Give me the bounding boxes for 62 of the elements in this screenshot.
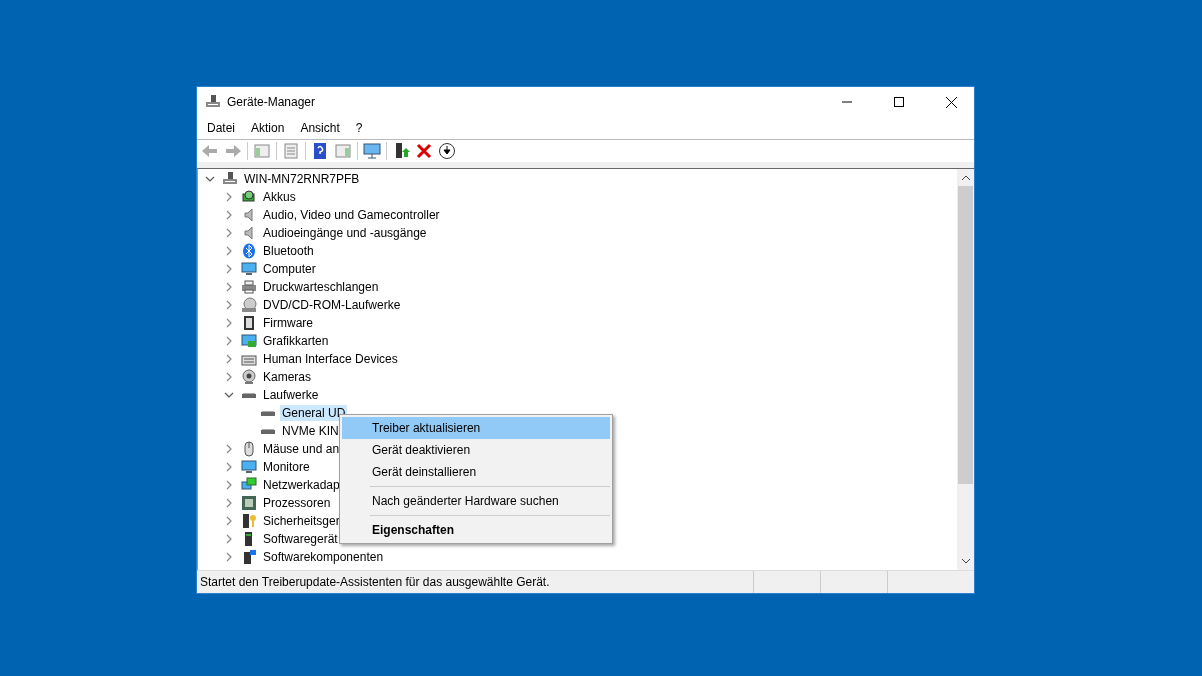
tree-item[interactable]: Computer	[261, 261, 318, 277]
download-icon[interactable]	[438, 142, 456, 160]
device-icon	[241, 297, 257, 313]
menu-item[interactable]: Ansicht	[292, 121, 348, 135]
device-icon	[241, 513, 257, 529]
forward-icon[interactable]	[224, 142, 242, 160]
tree-item[interactable]: Mäuse und an	[261, 441, 342, 457]
device-icon	[241, 459, 257, 475]
scroll-up-icon[interactable]	[961, 175, 970, 180]
status-text: Startet den Treiberupdate-Assistenten für das ausgewählte Gerät.	[199, 574, 551, 591]
computer-icon	[222, 171, 238, 187]
device-icon	[241, 549, 257, 565]
menu-item[interactable]: ?	[347, 121, 371, 135]
tree-item[interactable]: Druckwarteschlangen	[261, 279, 381, 295]
device-icon	[241, 279, 257, 295]
back-icon[interactable]	[201, 142, 219, 160]
menu-item[interactable]: Aktion	[243, 121, 293, 135]
tree-item[interactable]: Kameras	[261, 369, 314, 385]
tree-item[interactable]: Bluetooth	[261, 243, 316, 259]
tree-item[interactable]: Sicherheitsger	[261, 513, 342, 529]
device-icon	[241, 333, 257, 349]
tree-item[interactable]: Human Interface Devices	[261, 351, 400, 367]
panel-icon[interactable]	[253, 142, 271, 160]
tree-item[interactable]: Prozessoren	[261, 495, 333, 511]
tree-item[interactable]: DVD/CD-ROM-Laufwerke	[261, 297, 403, 313]
device-icon	[241, 477, 257, 493]
device-icon	[241, 441, 257, 457]
device-icon	[241, 495, 257, 511]
device-icon	[241, 261, 257, 277]
window-title: Geräte-Manager	[227, 95, 317, 109]
panel-icon[interactable]	[334, 142, 352, 160]
scroll-down-icon[interactable]	[961, 559, 970, 564]
tree-item[interactable]: Softwaregerät	[261, 531, 340, 547]
tree-item[interactable]: Grafikkarten	[261, 333, 331, 349]
close-icon	[945, 96, 957, 108]
menu-item[interactable]: Gerät deinstallieren	[342, 461, 610, 483]
maximize-icon	[894, 97, 904, 107]
tree-item[interactable]: Netzwerkadap	[261, 477, 342, 493]
help-icon[interactable]	[311, 142, 329, 160]
tree-item[interactable]: Monitore	[261, 459, 312, 475]
tree-item[interactable]: Firmware	[261, 315, 315, 331]
tree-item[interactable]: WIN-MN72RNR7PFB	[242, 171, 362, 187]
scrollbar[interactable]	[957, 169, 974, 570]
tree-item[interactable]: NVMe KIN	[280, 423, 341, 439]
computer-icon	[205, 94, 221, 110]
device-icon	[241, 243, 257, 259]
menu-item[interactable]: Gerät deaktivieren	[342, 439, 610, 461]
properties-icon[interactable]	[282, 142, 300, 160]
menu-item[interactable]: Eigenschaften	[342, 519, 610, 541]
tree-item[interactable]: Akkus	[261, 189, 298, 205]
tree-item[interactable]: Softwarekomponenten	[261, 549, 386, 565]
tree-item[interactable]: Audioeingänge und -ausgänge	[261, 225, 429, 241]
tree-item[interactable]: Laufwerke	[261, 387, 321, 403]
device-icon	[241, 369, 257, 385]
menu-item[interactable]: Nach geänderter Hardware suchen	[342, 490, 610, 512]
menu-item[interactable]: Treiber aktualisieren	[342, 417, 610, 439]
monitor-icon[interactable]	[363, 142, 381, 160]
tree-item[interactable]: Audio, Video und Gamecontroller	[261, 207, 442, 223]
device-icon	[241, 315, 257, 331]
device-icon	[241, 189, 257, 205]
close-icon[interactable]	[415, 142, 433, 160]
menu-item[interactable]: Datei	[199, 121, 243, 135]
